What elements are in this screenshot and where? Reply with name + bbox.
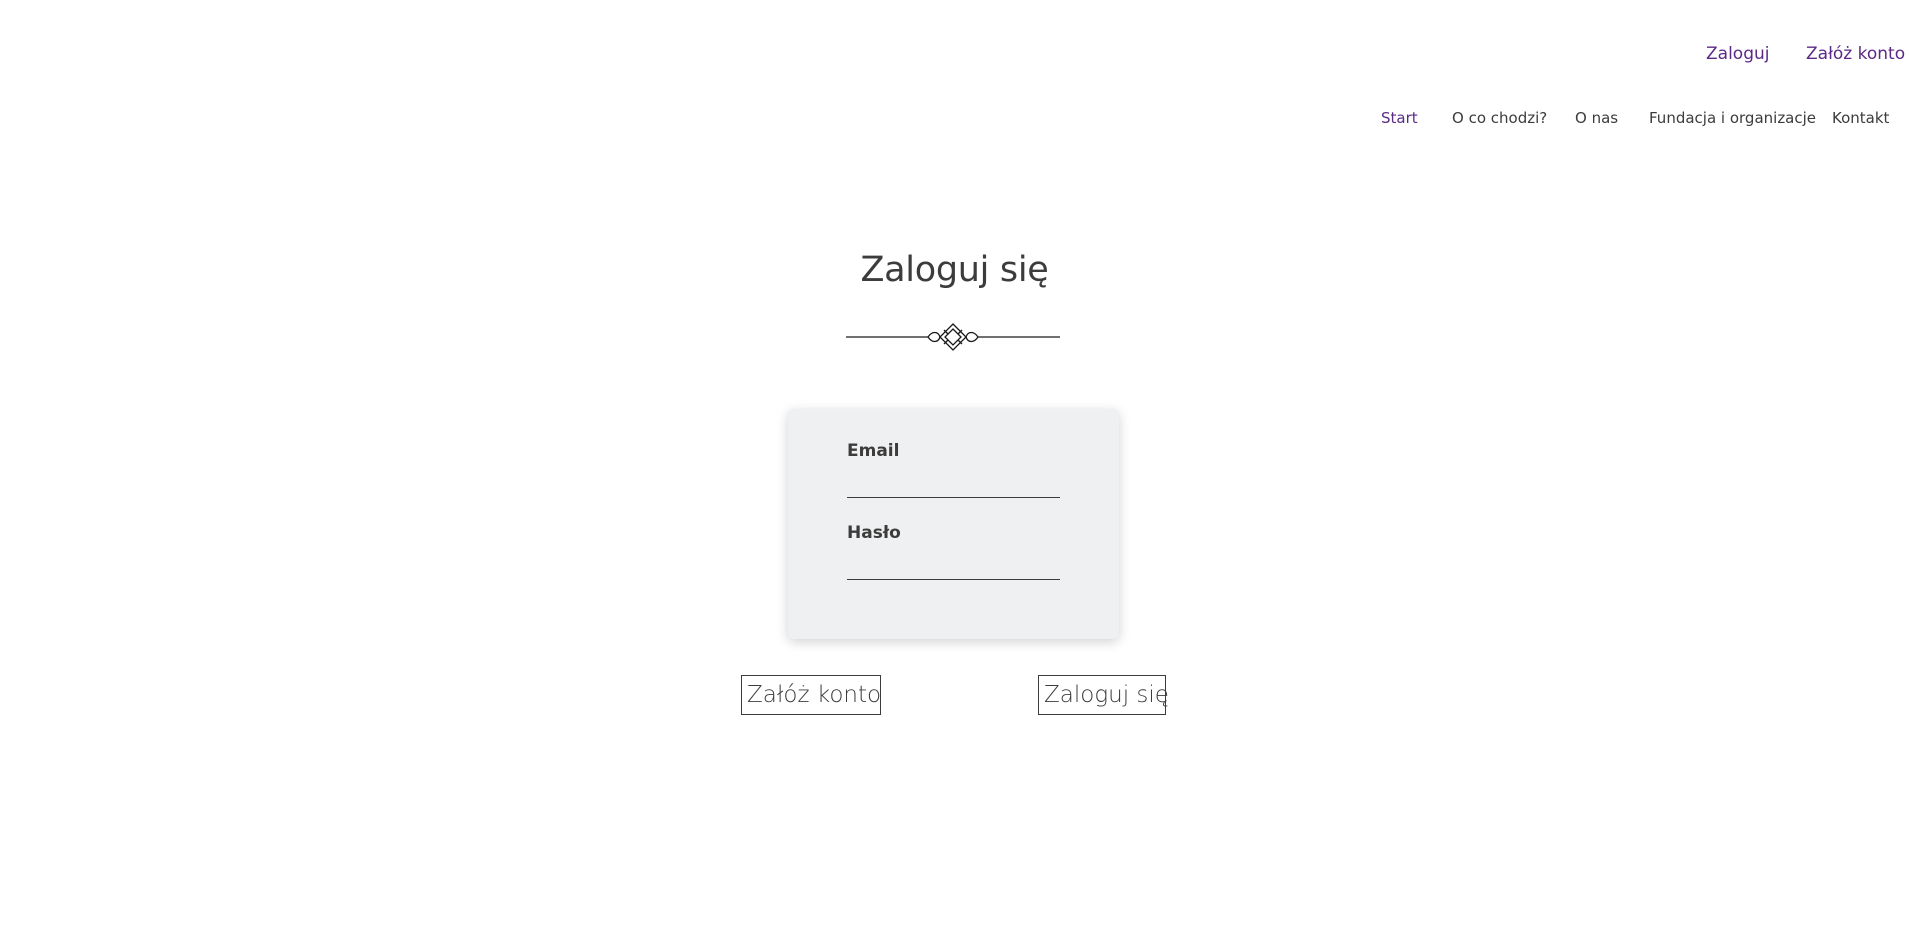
login-button[interactable]: Zaloguj się: [1038, 675, 1169, 715]
nav-item-contact[interactable]: Kontakt: [1832, 109, 1889, 127]
nav-item-about-what[interactable]: O co chodzi?: [1452, 109, 1547, 127]
password-label: Hasło: [847, 523, 901, 543]
login-page: Zaloguj Załóż konto Start O co chodzi? O…: [0, 0, 1909, 926]
decorative-divider-icon: [846, 323, 1060, 351]
register-button[interactable]: Załóż konto: [741, 675, 881, 715]
email-label: Email: [847, 441, 900, 461]
page-title: Zaloguj się: [860, 250, 1049, 290]
nav-item-start[interactable]: Start: [1381, 109, 1418, 127]
nav-item-about-us[interactable]: O nas: [1575, 109, 1618, 127]
password-field[interactable]: [847, 553, 1060, 580]
login-form-card: Email Hasło: [788, 409, 1119, 639]
email-field[interactable]: [847, 471, 1060, 498]
nav-item-foundations[interactable]: Fundacja i organizacje: [1649, 109, 1816, 127]
header-register-link[interactable]: Załóż konto: [1806, 44, 1905, 64]
header-login-link[interactable]: Zaloguj: [1706, 44, 1769, 64]
